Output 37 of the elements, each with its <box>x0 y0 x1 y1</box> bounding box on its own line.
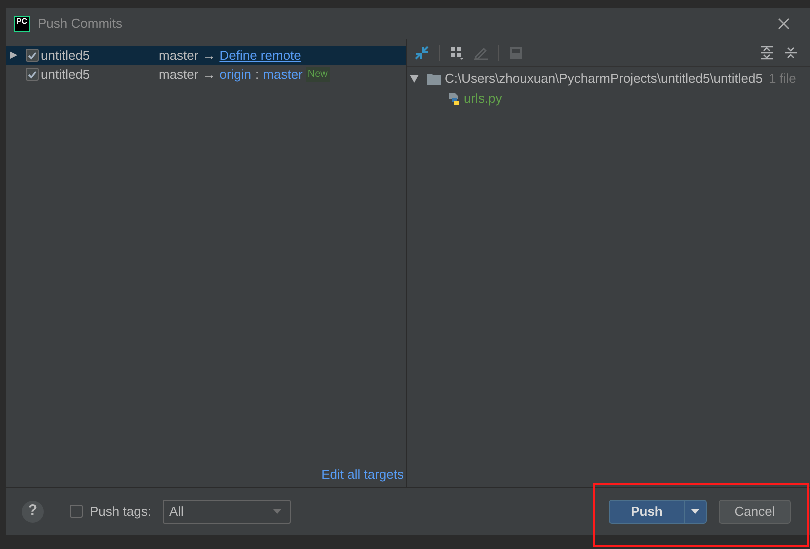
repository-checkbox[interactable] <box>26 49 39 62</box>
separator: : <box>256 66 260 84</box>
collapse-all-icon[interactable] <box>784 46 798 60</box>
repository-row[interactable]: untitled5 master → origin : master New <box>6 65 406 84</box>
python-file-icon <box>447 92 461 106</box>
repository-checkbox[interactable] <box>26 68 39 81</box>
tags-dropdown[interactable]: All <box>163 500 292 524</box>
caret-icon <box>691 509 700 514</box>
push-tags-checkbox[interactable] <box>70 505 83 518</box>
expand-arrow[interactable]: ▶ <box>6 48 26 63</box>
branch-name: master <box>159 66 199 84</box>
folder-icon <box>427 73 441 85</box>
file-count: 1 file <box>768 70 796 88</box>
arrow-glyph: → <box>202 46 216 65</box>
expand-all-icon[interactable] <box>760 46 774 60</box>
repository-name: untitled5 <box>41 46 92 65</box>
folder-path: C:\Users\zhouxuan\PycharmProjects\untitled5\untitled5 <box>445 70 763 88</box>
arrow-glyph: → <box>202 66 216 84</box>
group-icon[interactable] <box>450 46 464 60</box>
help-button[interactable]: ? <box>22 500 44 522</box>
push-tags-label: Push tags: <box>90 502 152 521</box>
file-name[interactable]: urls.py <box>464 89 502 109</box>
define-remote-link[interactable]: Define remote <box>220 46 302 66</box>
branch-name: master <box>159 46 199 65</box>
arrows-icon[interactable] <box>415 46 429 60</box>
new-badge: New <box>306 67 330 82</box>
close-icon[interactable] <box>778 18 790 30</box>
expand-arrow-icon[interactable] <box>410 75 419 83</box>
remote-name[interactable]: origin <box>220 64 252 84</box>
edit-all-targets-link[interactable]: Edit all targets <box>322 464 404 484</box>
window-title: Push Commits <box>38 14 123 33</box>
repository-row[interactable]: ▶ untitled5 master → Define remote <box>6 46 406 65</box>
app-logo: PC <box>14 16 30 32</box>
dropdown-caret-icon <box>273 509 282 514</box>
repository-name: untitled5 <box>41 66 92 84</box>
target-branch[interactable]: master <box>263 64 303 84</box>
cancel-button[interactable]: Cancel <box>719 500 791 524</box>
